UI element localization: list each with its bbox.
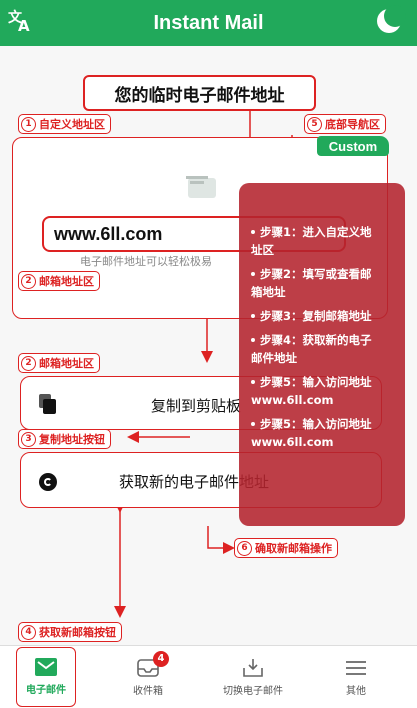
annotation-tag-address-area: 2 邮箱地址区	[18, 271, 100, 291]
step-item: 步骤2：填写或查看邮 箱地址	[251, 267, 372, 299]
annotation-number: 3	[21, 431, 36, 447]
step-item: 步骤3：复制邮箱地址	[251, 307, 397, 325]
annotation-number: 2	[21, 273, 36, 289]
annotation-tag-bottom-nav: 5 底部导航区	[304, 114, 386, 134]
annotation-label: 邮箱地址区	[39, 357, 94, 370]
annotation-number: 2	[21, 355, 36, 371]
app-screen: 文A Instant Mail 您的临时电子邮件地址 1 自定义地址区 5 底部…	[0, 0, 417, 708]
copy-icon	[39, 394, 57, 414]
inbox-badge: 4	[153, 650, 169, 667]
annotation-number: 4	[21, 624, 36, 640]
menu-icon	[346, 660, 366, 675]
nav-item-other[interactable]: 其他	[334, 646, 378, 708]
step-item: 步骤5：输入访问地址 www.6ll.com	[251, 417, 372, 449]
refresh-icon	[39, 473, 57, 491]
nav-label-other: 其他	[346, 685, 366, 697]
annotation-tag-copy-button: 3 复制地址按钮	[18, 429, 111, 449]
annotation-tag-new-mailbox-action: 6 确取新邮箱操作	[234, 538, 338, 558]
annotation-tag-address-area-2: 2 邮箱地址区	[18, 353, 100, 373]
nav-label-email: 电子邮件	[26, 685, 66, 696]
step-item: 步骤4：获取新的电子 邮件地址	[251, 333, 372, 365]
annotation-label: 底部导航区	[325, 118, 380, 131]
nav-label-switch: 切换电子邮件	[223, 685, 283, 697]
temp-email-header-label: 您的临时电子邮件地址	[83, 75, 316, 111]
annotation-number: 6	[237, 540, 252, 556]
annotation-number: 5	[307, 116, 322, 132]
annotation-label: 获取新邮箱按钮	[39, 626, 116, 639]
mail-placeholder-icon	[186, 176, 216, 198]
annotation-number: 1	[21, 116, 36, 132]
annotation-label: 自定义地址区	[39, 118, 105, 131]
step-item: 步骤1：进入自定义地 址区	[251, 225, 372, 257]
download-icon	[243, 658, 263, 677]
steps-overlay-panel: 步骤1：进入自定义地 址区 步骤2：填写或查看邮 箱地址 步骤3：复制邮箱地址 步骤…	[239, 183, 405, 526]
annotation-tag-new-mailbox-button: 4 获取新邮箱按钮	[18, 622, 122, 642]
copy-button-label: 复制到剪贴板	[151, 397, 242, 415]
annotation-label: 邮箱地址区	[39, 275, 94, 288]
nav-item-email[interactable]: 电子邮件	[16, 647, 76, 707]
annotation-label: 复制地址按钮	[39, 433, 105, 446]
step-item: 步骤5：输入访问地址 www.6ll.com	[251, 375, 372, 407]
bottom-navigation: 电子邮件 4 收件箱 切换电子邮件 其他	[0, 645, 417, 708]
custom-button[interactable]: Custom	[317, 136, 389, 156]
nav-label-inbox: 收件箱	[133, 685, 163, 697]
mail-icon	[35, 658, 57, 676]
annotation-tag-custom-area: 1 自定义地址区	[18, 114, 111, 134]
email-hint-text: 电子邮件地址可以轻松极易	[80, 255, 212, 268]
annotation-label: 确取新邮箱操作	[255, 542, 332, 555]
nav-item-switch-email[interactable]: 切换电子邮件	[214, 646, 292, 708]
inbox-icon: 4	[137, 650, 169, 677]
nav-item-inbox[interactable]: 4 收件箱	[120, 646, 176, 708]
